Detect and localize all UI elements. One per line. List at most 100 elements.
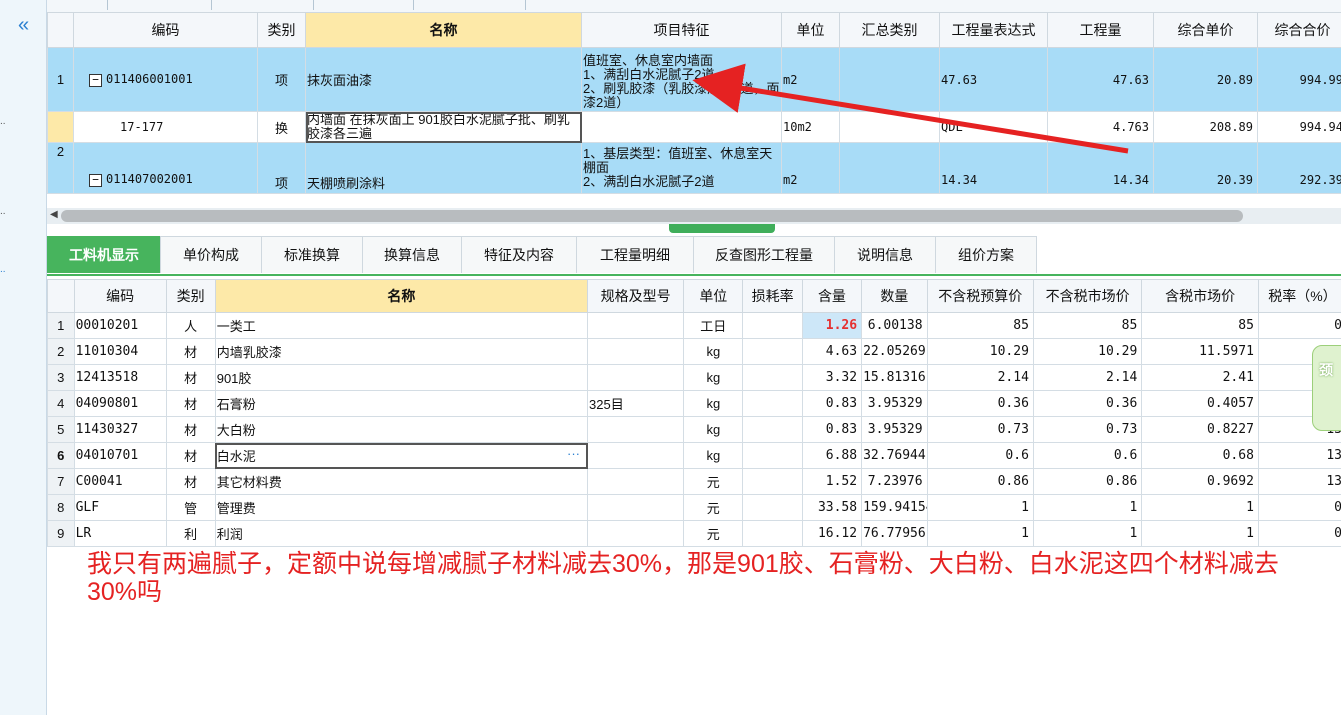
tab-labor-material-machine[interactable]: 工料机显示 bbox=[47, 236, 161, 273]
col-header[interactable]: 不含税预算价 bbox=[926, 279, 1034, 313]
cell-spec[interactable] bbox=[587, 442, 685, 469]
item-code[interactable]: −011407002001 bbox=[73, 142, 258, 194]
cell-content[interactable]: 6.88 bbox=[801, 442, 863, 469]
table-row[interactable]: 2 11010304 材内墙乳胶漆 kg 4.63 22.05269 10.29 10.29 1… bbox=[47, 338, 1341, 365]
cell-market[interactable]: 10.29 bbox=[1032, 338, 1143, 365]
col-header[interactable]: 综合合价 bbox=[1257, 12, 1341, 48]
col-header[interactable]: 单位 bbox=[683, 279, 744, 313]
cell-name[interactable]: 石膏粉 bbox=[214, 390, 589, 417]
tab-conversion-info[interactable]: 换算信息 bbox=[362, 236, 462, 273]
item-feature[interactable]: 1、基层类型：值班室、休息室天棚面 2、满刮白水泥腻子2道 bbox=[581, 142, 782, 194]
item-name[interactable]: 内墙面 在抹灰面上 901胶白水泥腻子批、刷乳胶漆各三遍 bbox=[305, 111, 582, 143]
col-header[interactable]: 规格及型号 bbox=[587, 279, 685, 313]
cell-name[interactable]: 利润 bbox=[214, 520, 589, 547]
item-expr[interactable]: 14.34 bbox=[939, 142, 1048, 194]
col-header[interactable]: 数量 bbox=[861, 279, 928, 313]
cell-spec[interactable]: 325目 bbox=[587, 390, 685, 417]
cell-spec[interactable] bbox=[587, 468, 685, 495]
cell-spec[interactable] bbox=[587, 494, 685, 521]
scroll-left-icon[interactable]: ◀ bbox=[50, 209, 58, 220]
cell-spec[interactable] bbox=[587, 364, 685, 391]
side-widget[interactable]: 颈 bbox=[1312, 345, 1341, 431]
cell-name[interactable]: 内墙乳胶漆 bbox=[214, 338, 589, 365]
cell-qty[interactable]: 3.95329 bbox=[861, 416, 928, 443]
cell-spec[interactable] bbox=[587, 416, 685, 443]
item-name[interactable]: 抹灰面油漆 bbox=[305, 47, 582, 112]
more-icon[interactable]: ··· bbox=[567, 446, 586, 461]
collapse-icon[interactable]: « bbox=[18, 14, 29, 37]
table-row[interactable]: 4 04090801 材石膏粉 325目 kg 0.83 3.95329 0.36 0.36 0.… bbox=[47, 390, 1341, 417]
tab-unit-price-composition[interactable]: 单价构成 bbox=[160, 236, 262, 273]
cell-qty[interactable]: 6.00138 bbox=[861, 312, 928, 339]
panel-splitter[interactable] bbox=[669, 224, 775, 233]
cell-name[interactable]: 管理费 bbox=[214, 494, 589, 521]
cell-market[interactable]: 2.14 bbox=[1032, 364, 1143, 391]
col-header[interactable]: 综合单价 bbox=[1153, 12, 1258, 48]
tab-features-content[interactable]: 特征及内容 bbox=[461, 236, 577, 273]
col-header[interactable]: 工程量 bbox=[1047, 12, 1154, 48]
cell-market[interactable]: 0.73 bbox=[1032, 416, 1143, 443]
table-row[interactable]: 5 11430327 材大白粉 kg 0.83 3.95329 0.73 0.73 0.8227… bbox=[47, 416, 1341, 443]
table-row[interactable]: 9LR利利润元16.1276.779561110 bbox=[47, 520, 1341, 547]
cell-market[interactable]: 1 bbox=[1032, 520, 1143, 547]
cell-spec[interactable] bbox=[587, 338, 685, 365]
cell-spec[interactable] bbox=[587, 312, 685, 339]
table-row[interactable]: 100010201人一类工工日1.266.001388585850 bbox=[47, 312, 1341, 339]
item-feature[interactable] bbox=[581, 111, 782, 143]
col-header[interactable]: 税率（%） bbox=[1257, 279, 1341, 313]
cell-name[interactable]: 一类工 bbox=[214, 312, 589, 339]
cell-market[interactable]: 0.86 bbox=[1032, 468, 1143, 495]
cell-content[interactable]: 33.58 bbox=[801, 494, 863, 521]
cell-qty[interactable]: 3.95329 bbox=[861, 390, 928, 417]
collapse-toggle-icon[interactable]: − bbox=[89, 174, 102, 187]
cell-name[interactable]: 其它材料费 bbox=[214, 468, 589, 495]
table-row[interactable]: 8GLF管管理费元33.58159.941541110 bbox=[47, 494, 1341, 521]
item-code[interactable]: −011406001001 bbox=[73, 47, 258, 112]
collapse-toggle-icon[interactable]: − bbox=[89, 74, 102, 87]
table-row[interactable]: 17-177 换 内墙面 在抹灰面上 901胶白水泥腻子批、刷乳胶漆各三遍 10… bbox=[47, 111, 1341, 143]
col-header[interactable]: 编码 bbox=[73, 279, 167, 313]
cell-content[interactable]: 0.83 bbox=[801, 390, 863, 417]
col-header[interactable]: 不含税市场价 bbox=[1032, 279, 1143, 313]
col-header[interactable]: 工程量表达式 bbox=[939, 12, 1048, 48]
col-header[interactable]: 项目特征 bbox=[581, 12, 782, 48]
item-feature[interactable]: 值班室、休息室内墙面 1、满刮白水泥腻子2道 2、刷乳胶漆（乳胶漆底漆1道，面漆… bbox=[581, 47, 782, 112]
col-header[interactable]: 名称 bbox=[214, 279, 589, 313]
col-header[interactable]: 名称 bbox=[305, 12, 582, 48]
cell-qty[interactable]: 22.05269 bbox=[861, 338, 928, 365]
col-header[interactable]: 类别 bbox=[165, 279, 216, 313]
cell-content[interactable]: 0.83 bbox=[801, 416, 863, 443]
cell-market[interactable]: 0.6 bbox=[1032, 442, 1143, 469]
item-expr[interactable]: 47.63 bbox=[939, 47, 1048, 112]
table-row[interactable]: 1 −011406001001 项 抹灰面油漆 值班室、休息室内墙面 1、满刮白… bbox=[47, 47, 1341, 112]
tab-quantity-detail[interactable]: 工程量明细 bbox=[576, 236, 694, 273]
tab-standard-conversion[interactable]: 标准换算 bbox=[261, 236, 363, 273]
col-header[interactable]: 含量 bbox=[801, 279, 863, 313]
cell-name[interactable]: 大白粉 bbox=[214, 416, 589, 443]
cell-qty[interactable]: 159.94154 bbox=[861, 494, 928, 521]
table-row[interactable]: 6 04010701 材白水泥 ··· kg 6.88 32.76944 0.6 0.6 0.68… bbox=[47, 442, 1341, 469]
cell-qty[interactable]: 7.23976 bbox=[861, 468, 928, 495]
cell-market[interactable]: 85 bbox=[1032, 312, 1143, 339]
cell-spec[interactable] bbox=[587, 520, 685, 547]
col-header[interactable]: 含税市场价 bbox=[1141, 279, 1259, 313]
cell-market[interactable]: 1 bbox=[1032, 494, 1143, 521]
table-row[interactable]: 3 12413518 材 901胶 kg 3.32 15.81316 2.14 2.14 2.41… bbox=[47, 364, 1341, 391]
cell-content[interactable]: 1.52 bbox=[801, 468, 863, 495]
col-header[interactable]: 损耗率 bbox=[742, 279, 803, 313]
tab-graphic-quantity[interactable]: 反查图形工程量 bbox=[693, 236, 835, 273]
cell-name[interactable]: 901胶 bbox=[214, 364, 589, 391]
item-expr[interactable]: QDL bbox=[939, 111, 1048, 143]
cell-qty[interactable]: 76.77956 bbox=[861, 520, 928, 547]
col-header[interactable]: 类别 bbox=[257, 12, 306, 48]
tab-pricing-scheme[interactable]: 组价方案 bbox=[935, 236, 1037, 273]
cell-content[interactable]: 1.26 bbox=[801, 312, 863, 339]
item-code[interactable]: 17-177 bbox=[73, 111, 258, 143]
col-header[interactable]: 汇总类别 bbox=[839, 12, 940, 48]
scrollbar-thumb[interactable] bbox=[61, 210, 1243, 222]
tab-description[interactable]: 说明信息 bbox=[834, 236, 936, 273]
cell-market[interactable]: 0.36 bbox=[1032, 390, 1143, 417]
table-row[interactable]: 7 C00041 材其它材料费元 1.52 7.23976 0.86 0.86 0.9692 1… bbox=[47, 468, 1341, 495]
horizontal-scrollbar[interactable]: ◀ bbox=[47, 208, 1341, 224]
cell-content[interactable]: 16.12 bbox=[801, 520, 863, 547]
